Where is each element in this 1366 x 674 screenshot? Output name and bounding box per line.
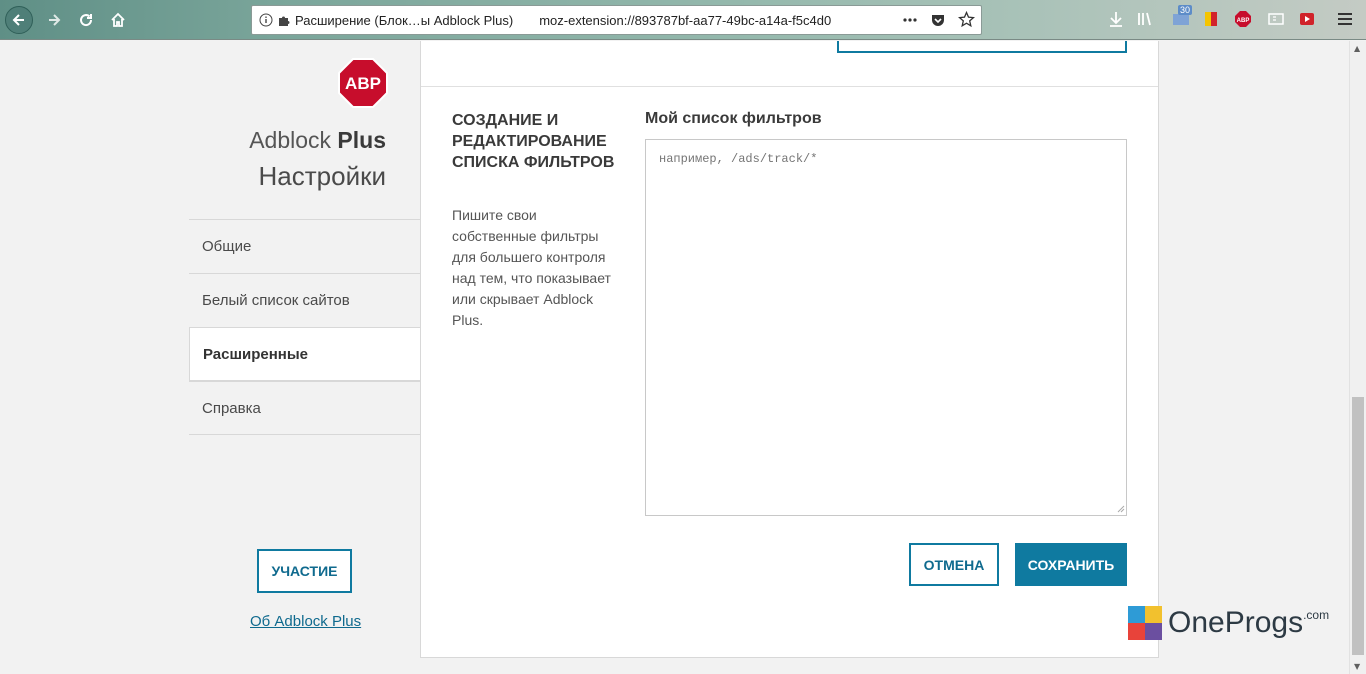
forward-icon (49, 14, 61, 26)
settings-menu: Общие Белый список сайтов Расширенные Сп… (189, 219, 420, 435)
main-content: СОЗДАНИЕ И РЕДАКТИРОВАНИЕ СПИСКА ФИЛЬТРО… (420, 41, 1159, 658)
reader-icon (1268, 13, 1284, 25)
url-bar[interactable]: Расширение (Блок…ы Adblock Plus) moz-ext… (251, 5, 982, 35)
sidebar-item-help[interactable]: Справка (189, 381, 420, 435)
library-button[interactable] (1133, 8, 1155, 30)
star-icon[interactable] (958, 11, 975, 28)
reader-extension-button[interactable] (1265, 8, 1287, 30)
previous-section-box (837, 41, 1127, 53)
section-divider (421, 86, 1158, 87)
watermark: OneProgs .com (1128, 606, 1329, 640)
page-title: Настройки (258, 161, 387, 191)
mail-extension-button[interactable]: 30 (1170, 5, 1193, 30)
sidebar: ABP Adblock Plus Настройки Общие Белый с… (0, 41, 420, 674)
reload-button[interactable] (72, 6, 100, 34)
resize-grip-icon[interactable] (1117, 505, 1125, 513)
adblock-extension-button[interactable]: ABP (1232, 8, 1254, 30)
abp-icon: ABP (1235, 11, 1251, 27)
downloads-button[interactable] (1105, 8, 1127, 30)
info-icon (259, 13, 273, 27)
browser-toolbar: Расширение (Блок…ы Adblock Plus) moz-ext… (0, 0, 1366, 40)
pocket-icon[interactable] (930, 12, 946, 28)
brand-suffix: Plus (337, 127, 386, 153)
forward-button[interactable] (40, 6, 68, 34)
reload-icon (80, 14, 93, 27)
download-icon (1110, 12, 1122, 27)
extension-icon (279, 16, 290, 26)
about-link[interactable]: Об Adblock Plus (250, 613, 361, 630)
back-icon (12, 14, 24, 26)
sidebar-item-whitelist[interactable]: Белый список сайтов (189, 273, 420, 327)
contribute-button[interactable]: УЧАСТИЕ (257, 549, 352, 593)
home-button[interactable] (104, 6, 132, 34)
svg-text:ABP: ABP (1237, 18, 1250, 24)
abp-logo: ABP (338, 58, 388, 108)
sidebar-item-advanced[interactable]: Расширенные (189, 327, 420, 381)
save-button[interactable]: СОХРАНИТЬ (1015, 543, 1127, 586)
menu-icon (1338, 13, 1352, 25)
sidebar-item-label: Расширенные (203, 345, 308, 363)
back-button[interactable] (5, 6, 33, 34)
page-scrollbar[interactable]: ▲ ▼ (1349, 41, 1366, 674)
section-heading: СОЗДАНИЕ И РЕДАКТИРОВАНИЕ СПИСКА ФИЛЬТРО… (452, 112, 615, 171)
flag-icon (1205, 12, 1217, 26)
play-icon (1300, 13, 1314, 25)
tab-title: Расширение (Блок…ы Adblock Plus) (295, 12, 514, 28)
sidebar-item-general[interactable]: Общие (189, 219, 420, 273)
watermark-suffix: .com (1303, 608, 1330, 622)
sidebar-item-label: Общие (202, 238, 252, 255)
notification-badge: 30 (1178, 5, 1193, 15)
url-text[interactable]: moz-extension://893787bf-aa77-49bc-a14a-… (539, 13, 859, 28)
flag-extension-button[interactable] (1200, 8, 1222, 30)
logo-text: ABP (345, 74, 381, 93)
brand-prefix: Adblock (249, 127, 332, 153)
sidebar-item-label: Справка (202, 399, 261, 417)
watermark-logo-icon (1128, 606, 1162, 640)
main-menu-button[interactable] (1334, 8, 1356, 30)
scroll-down-icon[interactable]: ▼ (1354, 662, 1360, 671)
brand-name: Adblock Plus (249, 127, 386, 154)
library-icon (1138, 12, 1151, 26)
more-icon[interactable] (902, 12, 918, 28)
watermark-text: OneProgs (1168, 606, 1304, 639)
sidebar-item-label: Белый список сайтов (202, 292, 350, 309)
home-icon (111, 12, 125, 27)
scroll-thumb[interactable] (1352, 397, 1364, 655)
section-description: Пишите свои собственные фильтры для боль… (452, 207, 611, 328)
filter-list-input[interactable] (645, 139, 1127, 516)
cancel-button[interactable]: ОТМЕНА (909, 543, 999, 586)
filter-list-label: Мой список фильтров (645, 110, 822, 127)
video-extension-button[interactable] (1296, 8, 1318, 30)
scroll-up-icon[interactable]: ▲ (1354, 44, 1360, 53)
